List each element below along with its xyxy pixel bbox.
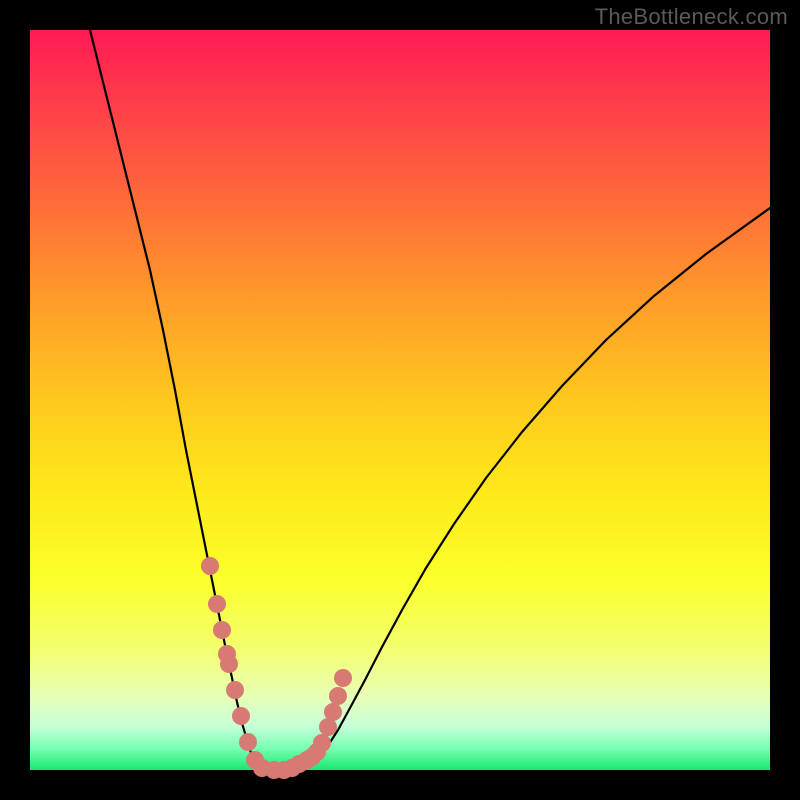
data-dot	[220, 655, 238, 673]
chart-svg	[30, 30, 770, 770]
data-dot	[313, 734, 331, 752]
data-dot	[213, 621, 231, 639]
curve-right	[310, 208, 770, 767]
data-dot	[239, 733, 257, 751]
plot-area	[30, 30, 770, 770]
data-dot	[329, 687, 347, 705]
data-dot	[226, 681, 244, 699]
watermark-text: TheBottleneck.com	[595, 4, 788, 30]
outer-frame: TheBottleneck.com	[0, 0, 800, 800]
data-dot	[201, 557, 219, 575]
data-dot	[208, 595, 226, 613]
data-dot	[334, 669, 352, 687]
data-dot	[232, 707, 250, 725]
data-dot	[324, 703, 342, 721]
data-dots	[201, 557, 352, 779]
